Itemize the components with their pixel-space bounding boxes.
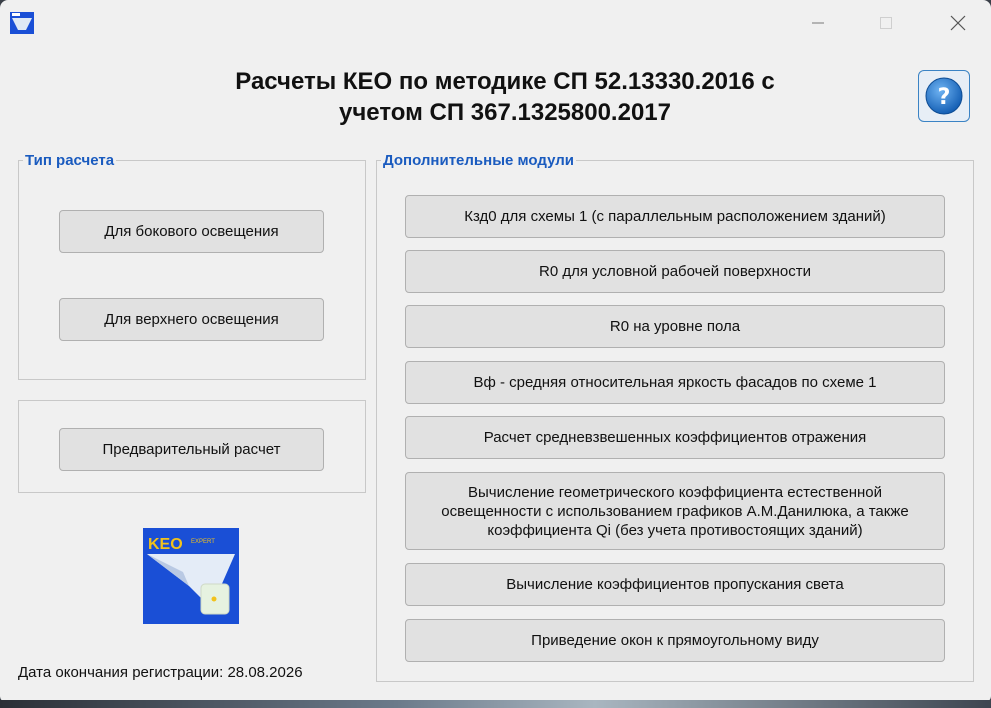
kzd0-scheme1-button[interactable]: Кзд0 для схемы 1 (с параллельным располо… — [405, 195, 945, 238]
help-icon: ? — [925, 77, 963, 115]
preliminary-calc-button[interactable]: Предварительный расчет — [59, 428, 324, 471]
facade-brightness-button[interactable]: Вф - средняя относительная яркость фасад… — [405, 361, 945, 404]
registration-expiry: Дата окончания регистрации: 28.08.2026 — [18, 664, 303, 681]
modules-legend: Дополнительные модули — [381, 152, 576, 170]
calc-type-legend: Тип расчета — [23, 152, 117, 170]
reflection-coefficients-button[interactable]: Расчет средневзвешенных коэффициентов от… — [405, 416, 945, 459]
page-title-line2: учетом СП 367.1325800.2017 — [339, 99, 671, 126]
keo-expert-logo: KEO EXPERT — [143, 528, 239, 624]
geometric-coefficient-button[interactable]: Вычисление геометрического коэффициента … — [405, 472, 945, 550]
r0-floor-level-button[interactable]: R0 на уровне пола — [405, 305, 945, 348]
logo-text: KEO — [148, 536, 183, 553]
logo-subtext: EXPERT — [191, 539, 215, 545]
side-light-button[interactable]: Для бокового освещения — [59, 210, 324, 253]
maximize-icon — [880, 17, 892, 29]
help-button[interactable]: ? — [918, 70, 970, 122]
page-title-line1: Расчеты КЕО по методике СП 52.13330.2016… — [235, 68, 775, 95]
svg-text:?: ? — [938, 85, 951, 110]
minimize-button[interactable] — [795, 8, 841, 38]
top-light-button[interactable]: Для верхнего освещения — [59, 298, 324, 341]
rectangular-windows-button[interactable]: Приведение окон к прямоугольному виду — [405, 619, 945, 662]
close-icon — [950, 15, 966, 31]
maximize-button[interactable] — [863, 8, 909, 38]
close-button[interactable] — [935, 8, 981, 38]
desktop-background — [0, 700, 991, 708]
page-title: Расчеты КЕО по методике СП 52.13330.2016… — [150, 66, 860, 128]
minimize-icon — [812, 22, 824, 24]
r0-work-surface-button[interactable]: R0 для условной рабочей поверхности — [405, 250, 945, 293]
app-icon — [10, 12, 34, 34]
calc-type-group: Тип расчета — [18, 152, 366, 380]
light-transmission-button[interactable]: Вычисление коэффициентов пропускания све… — [405, 563, 945, 606]
main-window: Расчеты КЕО по методике СП 52.13330.2016… — [0, 0, 991, 702]
